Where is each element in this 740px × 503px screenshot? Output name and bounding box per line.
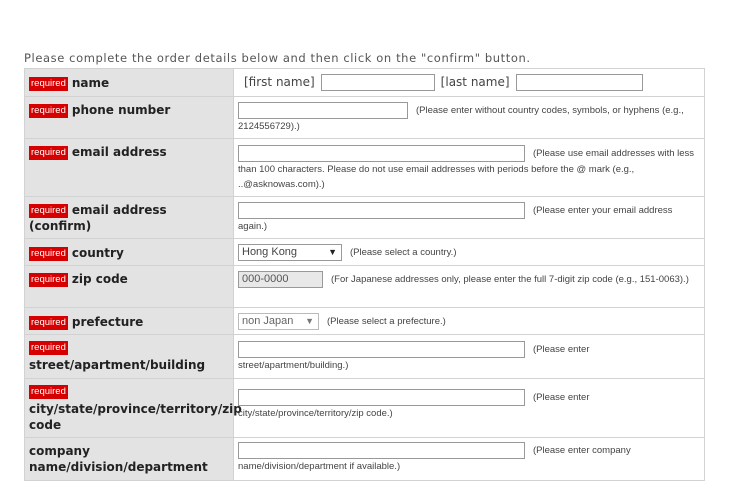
required-badge: required [29, 385, 68, 400]
email-input[interactable] [238, 145, 525, 163]
row-email-confirm: required email address (confirm) (Please … [24, 196, 705, 240]
country-help-text: (Please select a country.) [350, 247, 457, 259]
email-confirm-input[interactable] [238, 202, 525, 220]
dropdown-arrow-icon: ▼ [328, 247, 337, 258]
company-input[interactable] [238, 442, 525, 460]
prefecture-label: prefecture [71, 315, 144, 330]
street-input[interactable] [238, 341, 525, 359]
prefecture-selected-value: non Japan [242, 315, 294, 328]
last-name-caption: [last name] [440, 75, 510, 89]
street-help-text-cont: street/apartment/building.) [238, 360, 349, 372]
country-selected-value: Hong Kong [242, 246, 298, 259]
name-label: name [71, 76, 110, 90]
prefecture-help-text: (Please select a prefecture.) [327, 316, 446, 328]
street-label: street/apartment/building [29, 358, 206, 373]
row-email: required email address (Please use email … [24, 138, 705, 198]
phone-input[interactable] [238, 102, 408, 119]
city-help-text-cont: city/state/province/territory/zip code.) [238, 408, 393, 420]
row-zip: required zip code 000-0000 (For Japanese a… [24, 265, 705, 309]
row-city: required city/state/province/territory/zi… [24, 378, 705, 439]
required-badge: required [29, 273, 68, 288]
row-country: required country Hong Kong ▼ (Please select… [24, 238, 705, 267]
required-badge: required [29, 247, 68, 262]
zip-label: zip code [71, 272, 128, 287]
row-prefecture: required prefecture non Japan ▼ (Please sel… [24, 307, 705, 336]
row-company: company name/division/department (Please… [24, 437, 705, 482]
prefecture-select[interactable]: non Japan ▼ [238, 313, 319, 331]
required-badge: required [29, 77, 68, 91]
zip-help-text: (For Japanese addresses only, please ent… [331, 274, 689, 286]
city-help-text: (Please enter [533, 392, 590, 404]
city-input[interactable] [238, 389, 525, 407]
first-name-caption: [first name] [244, 75, 315, 89]
row-phone: required phone number (Please enter witho… [24, 95, 705, 140]
street-help-text: (Please enter [533, 344, 590, 356]
first-name-input[interactable] [320, 74, 435, 91]
city-label: city/state/province/territory/zip code [29, 402, 242, 433]
company-help-text-cont: name/division/department if available.) [238, 461, 401, 473]
last-name-input[interactable] [515, 74, 643, 91]
form-instructions: Please complete the order details below … [24, 51, 531, 65]
row-name: required name [first name] [last name] [24, 68, 705, 97]
dropdown-arrow-icon: ▼ [305, 316, 314, 327]
zip-input[interactable]: 000-0000 [238, 271, 323, 289]
company-label: company name/division/department [29, 444, 208, 475]
required-badge: required [29, 341, 68, 356]
row-street: required street/apartment/building (Pleas… [24, 334, 705, 380]
email-label: email address [71, 145, 167, 160]
required-badge: required [29, 146, 68, 161]
phone-label: phone number [71, 103, 171, 117]
country-label: country [71, 246, 124, 261]
company-help-text: (Please enter company [533, 445, 631, 457]
required-badge: required [29, 104, 68, 118]
country-select[interactable]: Hong Kong ▼ [238, 244, 342, 262]
required-badge: required [29, 316, 68, 331]
order-details-form: required name [first name] [last name] req… [24, 68, 705, 482]
required-badge: required [29, 204, 68, 219]
